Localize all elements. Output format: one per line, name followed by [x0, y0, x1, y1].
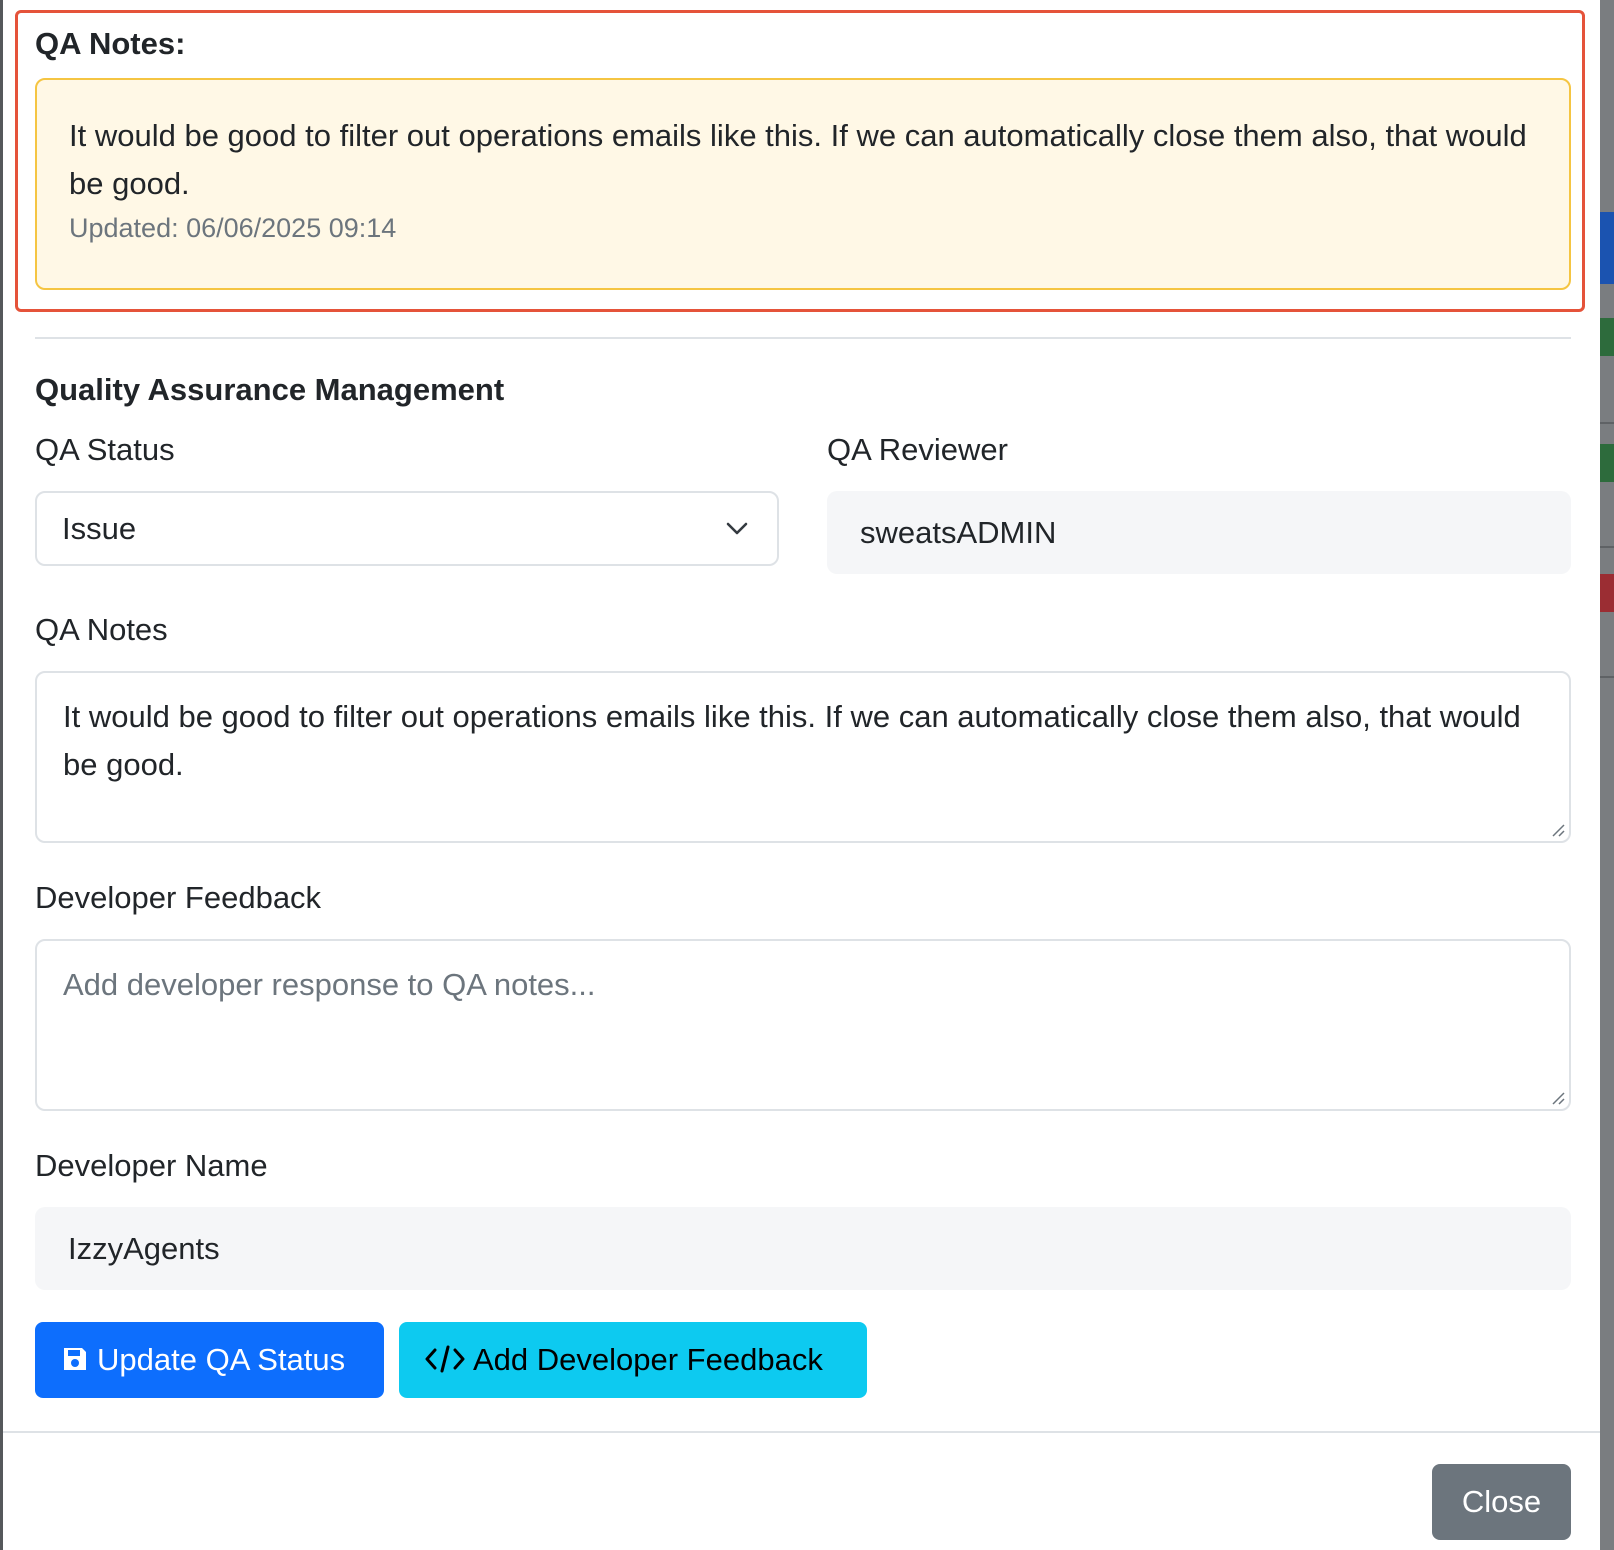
resize-grip-icon[interactable]: [1549, 1089, 1565, 1105]
modal-footer-divider: [3, 1431, 1600, 1433]
qa-status-selected-value: Issue: [62, 511, 137, 546]
developer-feedback-textarea[interactable]: Add developer response to QA notes...: [35, 939, 1571, 1111]
background-row-divider: [1600, 676, 1614, 678]
floppy-disk-icon: [64, 1347, 86, 1370]
qa-modal: QA Notes: It would be good to filter out…: [3, 0, 1600, 1550]
qa-notes-textarea[interactable]: It would be good to filter out operation…: [35, 671, 1571, 843]
qa-reviewer-field: sweatsADMIN: [827, 491, 1571, 574]
qa-notes-textarea-value: It would be good to filter out operation…: [63, 699, 1521, 782]
section-divider: [35, 337, 1571, 339]
background-badge-red: [1600, 574, 1614, 612]
qa-notes-updated-timestamp: Updated: 06/06/2025 09:14: [69, 213, 397, 243]
qa-notes-alert-text: It would be good to filter out operation…: [69, 118, 1527, 201]
developer-name-field: IzzyAgents: [35, 1207, 1571, 1290]
qa-status-select[interactable]: Issue: [35, 491, 779, 566]
developer-name-label: Developer Name: [35, 1148, 268, 1183]
developer-feedback-label: Developer Feedback: [35, 880, 322, 915]
resize-grip-icon[interactable]: [1549, 821, 1565, 837]
qa-notes-alert: It would be good to filter out operation…: [35, 78, 1571, 290]
background-badge-green: [1600, 444, 1614, 482]
update-qa-status-button[interactable]: Update QA Status: [35, 1322, 384, 1398]
qa-status-label: QA Status: [35, 432, 175, 467]
background-row-divider: [1600, 546, 1614, 548]
background-badge-blue: [1600, 212, 1614, 284]
developer-feedback-placeholder: Add developer response to QA notes...: [63, 967, 596, 1002]
add-developer-feedback-label: Add Developer Feedback: [473, 1342, 823, 1377]
chevron-down-icon: [726, 522, 748, 535]
qa-notes-label: QA Notes: [35, 612, 168, 647]
close-button[interactable]: Close: [1432, 1464, 1571, 1540]
add-developer-feedback-button[interactable]: Add Developer Feedback: [399, 1322, 867, 1398]
qa-notes-heading: QA Notes:: [35, 26, 186, 61]
update-qa-status-label: Update QA Status: [97, 1342, 346, 1377]
qa-reviewer-label: QA Reviewer: [827, 432, 1008, 467]
code-icon: [425, 1345, 465, 1373]
background-badge-green: [1600, 318, 1614, 356]
background-row-divider: [1600, 422, 1614, 424]
section-title: Quality Assurance Management: [35, 372, 505, 407]
